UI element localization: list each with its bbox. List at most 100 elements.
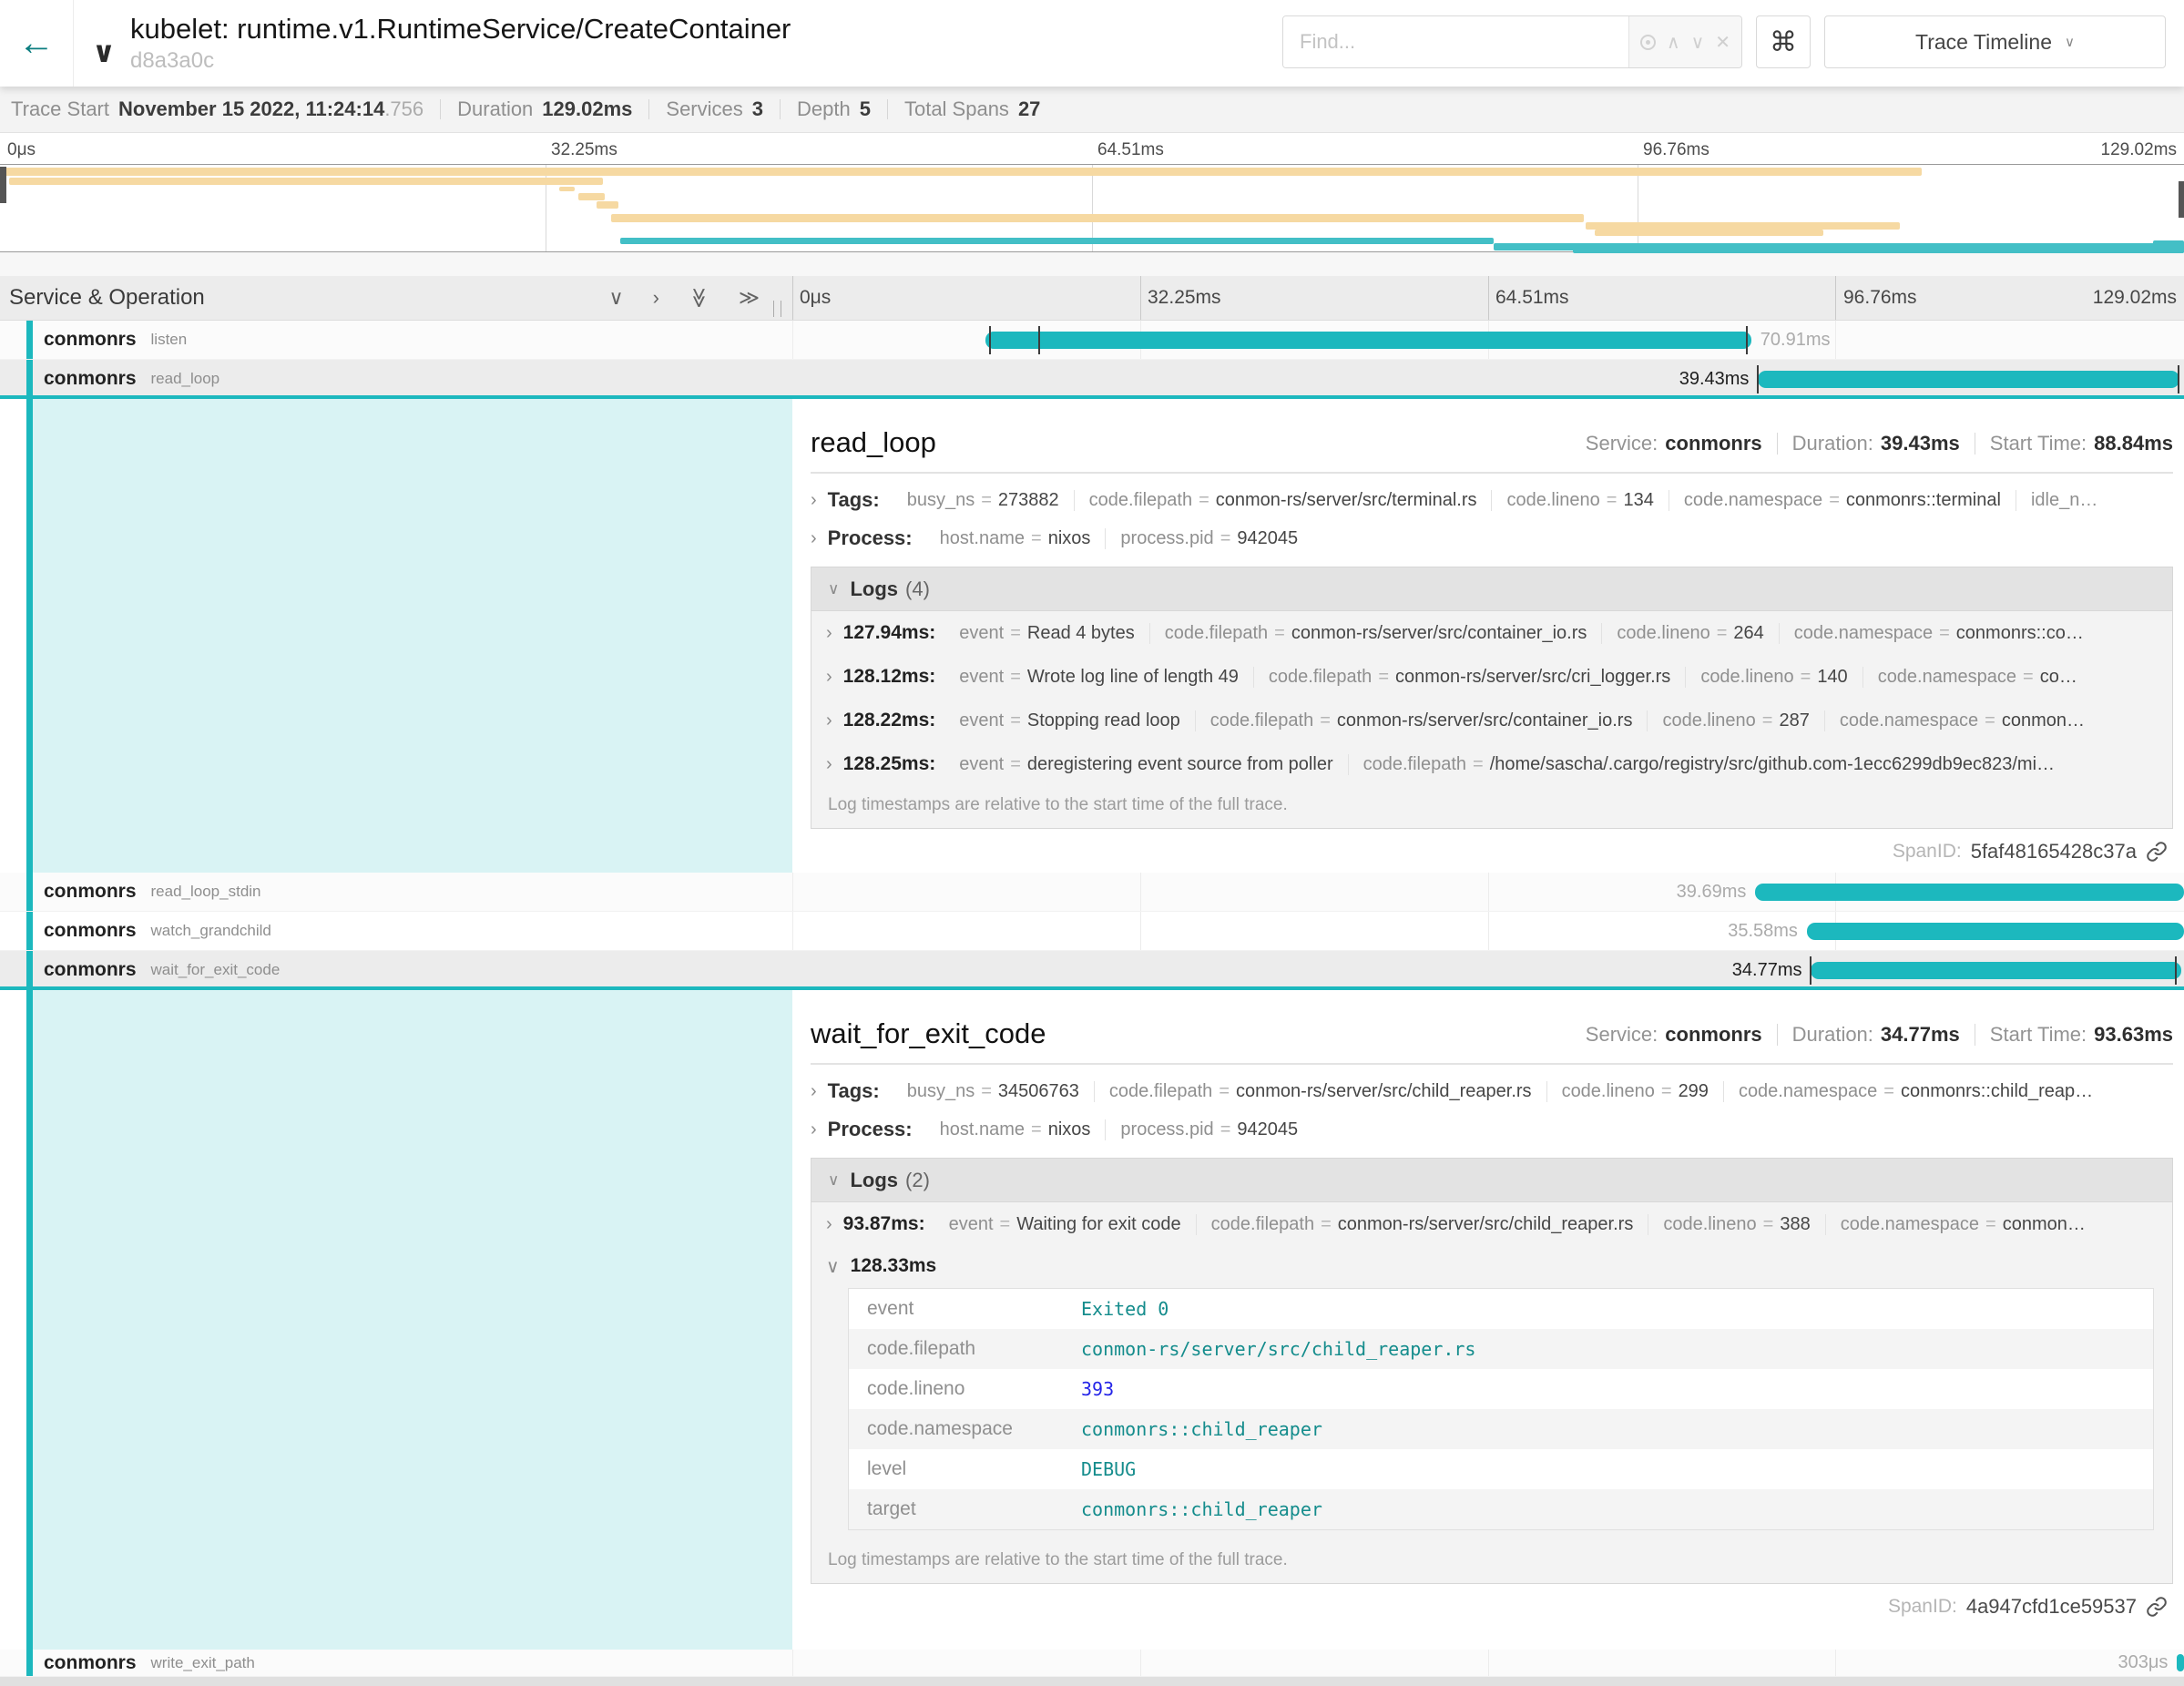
span-operation: read_loop_stdin: [151, 883, 261, 901]
span-timeline-cell[interactable]: 39.43ms: [792, 360, 2184, 398]
chevron-down-icon: ∨: [828, 1171, 839, 1190]
span-duration-label: 303μs: [2118, 1650, 2177, 1676]
log-entry[interactable]: › 93.87ms: event = Waiting for exit code…: [811, 1202, 2172, 1246]
span-name-cell[interactable]: conmonrs watch_grandchild: [0, 912, 792, 950]
log-entry[interactable]: › 128.22ms: event = Stopping read loop c…: [811, 699, 2172, 742]
span-name-cell[interactable]: conmonrs wait_for_exit_code: [0, 951, 792, 989]
span-bar[interactable]: [985, 332, 1750, 349]
span-service: conmonrs: [44, 368, 137, 390]
minimap-spacer: [0, 252, 2184, 276]
span-timeline-cell[interactable]: 34.77ms: [792, 951, 2184, 989]
log-entry[interactable]: › 128.25ms: event = deregistering event …: [811, 742, 2172, 786]
logs-accordion-header[interactable]: ∨ Logs (2): [811, 1159, 2172, 1202]
back-arrow-icon: ←: [18, 23, 55, 64]
tag-pill: code.lineno = 134: [1491, 490, 1668, 511]
tag-pill-truncated: idle_n…: [2016, 490, 2112, 511]
span-detail-read-loop: read_loop Service: conmonrs Duration: 39…: [0, 399, 2184, 873]
span-row-read-loop-stdin[interactable]: conmonrs read_loop_stdin 39.69ms: [0, 873, 2184, 912]
span-name-cell[interactable]: conmonrs read_loop: [0, 360, 792, 398]
find-input[interactable]: [1283, 16, 1628, 67]
span-timeline-cell[interactable]: 70.91ms: [792, 321, 2184, 359]
span-timeline-cell[interactable]: 39.69ms: [792, 873, 2184, 911]
span-name-cell[interactable]: conmonrs listen: [0, 321, 792, 359]
span-bar[interactable]: [2177, 1654, 2184, 1671]
log-entry[interactable]: › 128.12ms: event = Wrote log line of le…: [811, 655, 2172, 699]
process-pill: process.pid = 942045: [1105, 1119, 1312, 1140]
divider: [648, 99, 649, 119]
process-accordion[interactable]: › Process: host.name = nixos process.pid…: [811, 1110, 2173, 1149]
tags-accordion[interactable]: › Tags: busy_ns = 273882 code.filepath =…: [811, 481, 2173, 519]
log-pill: code.lineno = 287: [1647, 710, 1823, 731]
detail-header: wait_for_exit_code Service: conmonrs Dur…: [811, 1003, 2173, 1050]
span-timeline-cell[interactable]: 303μs: [792, 1650, 2184, 1676]
table-row: target conmonrs::child_reaper: [849, 1489, 2153, 1529]
span-operation: write_exit_path: [151, 1654, 255, 1672]
trace-services: Services 3: [666, 97, 763, 121]
span-duration-label: 39.69ms: [1677, 873, 1756, 911]
span-service: conmonrs: [44, 1652, 137, 1674]
log-marker-tick: [1810, 956, 1811, 985]
trace-view-selector[interactable]: Trace Timeline ∨: [1824, 15, 2166, 68]
tag-pill: code.filepath = conmon-rs/server/src/chi…: [1094, 1081, 1546, 1102]
detail-title: wait_for_exit_code: [811, 1017, 1046, 1050]
collapse-all-icon[interactable]: ≫: [739, 286, 760, 310]
trace-collapse-toggle[interactable]: ∨: [74, 0, 116, 87]
back-button[interactable]: ←: [0, 0, 74, 87]
collapse-one-icon[interactable]: ›: [653, 286, 659, 310]
span-row-listen[interactable]: conmonrs listen 70.91ms: [0, 321, 2184, 360]
log-marker-tick: [1746, 326, 1748, 354]
span-row-read-loop[interactable]: conmonrs read_loop 39.43ms: [0, 360, 2184, 399]
minimap-canvas[interactable]: [0, 164, 2184, 252]
clear-search-icon[interactable]: ✕: [1715, 31, 1730, 54]
divider: [1777, 433, 1778, 455]
span-bar[interactable]: [1807, 923, 2184, 940]
span-row-watch-grandchild[interactable]: conmonrs watch_grandchild 35.58ms: [0, 912, 2184, 951]
trace-depth: Depth 5: [797, 97, 871, 121]
log-entry[interactable]: › 127.94ms: event = Read 4 bytes code.fi…: [811, 611, 2172, 655]
minimap-tick-labels: 0μs 32.25ms 64.51ms 96.76ms 129.02ms: [0, 133, 2184, 164]
minimap-segment: [1573, 249, 2184, 253]
span-service: conmonrs: [44, 959, 137, 981]
deep-link-icon[interactable]: [2146, 841, 2168, 863]
expand-all-icon[interactable]: ≫: [687, 287, 710, 308]
span-timeline-cell[interactable]: 35.58ms: [792, 912, 2184, 950]
tags-accordion[interactable]: › Tags: busy_ns = 34506763 code.filepath…: [811, 1072, 2173, 1110]
expand-one-icon[interactable]: ∨: [609, 286, 624, 310]
keyboard-shortcuts-button[interactable]: ⌘: [1756, 15, 1811, 68]
next-result-icon[interactable]: ∨: [1691, 31, 1705, 54]
span-bar[interactable]: [1758, 371, 2179, 388]
log-pill: code.lineno = 388: [1648, 1214, 1824, 1235]
log-pill: code.filepath = conmon-rs/server/src/chi…: [1196, 1214, 1648, 1235]
trace-summary-bar: Trace Start November 15 2022, 11:24:14 .…: [0, 87, 2184, 133]
divider: [811, 472, 2173, 474]
deep-link-icon[interactable]: [2146, 1596, 2168, 1618]
span-bar[interactable]: [1755, 884, 2184, 901]
span-name-cell[interactable]: conmonrs read_loop_stdin: [0, 873, 792, 911]
span-duration-label: 34.77ms: [1732, 951, 1811, 989]
chevron-right-icon: ›: [826, 710, 832, 731]
chevron-down-icon: ∨: [2065, 34, 2075, 50]
tag-pill: busy_ns = 273882: [893, 490, 1074, 511]
span-row-wait-for-exit-code[interactable]: conmonrs wait_for_exit_code 34.77ms: [0, 951, 2184, 990]
logs-accordion-header[interactable]: ∨ Logs (4): [811, 567, 2172, 611]
find-tools: ∧ ∨ ✕: [1628, 16, 1741, 67]
locate-icon[interactable]: [1640, 35, 1656, 50]
detail-meta: Service: conmonrs Duration: 34.77ms Star…: [1586, 1023, 2173, 1050]
log-pill: code.namespace = conmonrs::co…: [1779, 623, 2098, 644]
jaeger-trace-page: ← ∨ kubelet: runtime.v1.RuntimeService/C…: [0, 0, 2184, 1686]
log-marker-tick: [2178, 365, 2179, 393]
span-operation: wait_for_exit_code: [151, 961, 281, 979]
minimap-segment: [1586, 222, 1900, 230]
span-bar[interactable]: [1811, 962, 2180, 979]
process-accordion[interactable]: › Process: host.name = nixos process.pid…: [811, 519, 2173, 557]
chevron-right-icon: ›: [826, 623, 832, 644]
selected-row-underline: [0, 395, 2184, 399]
prev-result-icon[interactable]: ∧: [1667, 31, 1680, 54]
span-row-write-exit-path[interactable]: conmonrs write_exit_path 303μs: [0, 1650, 2184, 1677]
span-name-cell[interactable]: conmonrs write_exit_path: [0, 1650, 792, 1676]
chevron-right-icon: ›: [826, 1214, 832, 1235]
detail-meta: Service: conmonrs Duration: 39.43ms Star…: [1586, 432, 2173, 459]
log-entry-expanded-header[interactable]: ∨ 128.33ms: [811, 1246, 2172, 1286]
minimap-segment: [597, 201, 618, 209]
column-resizer[interactable]: [773, 301, 781, 317]
